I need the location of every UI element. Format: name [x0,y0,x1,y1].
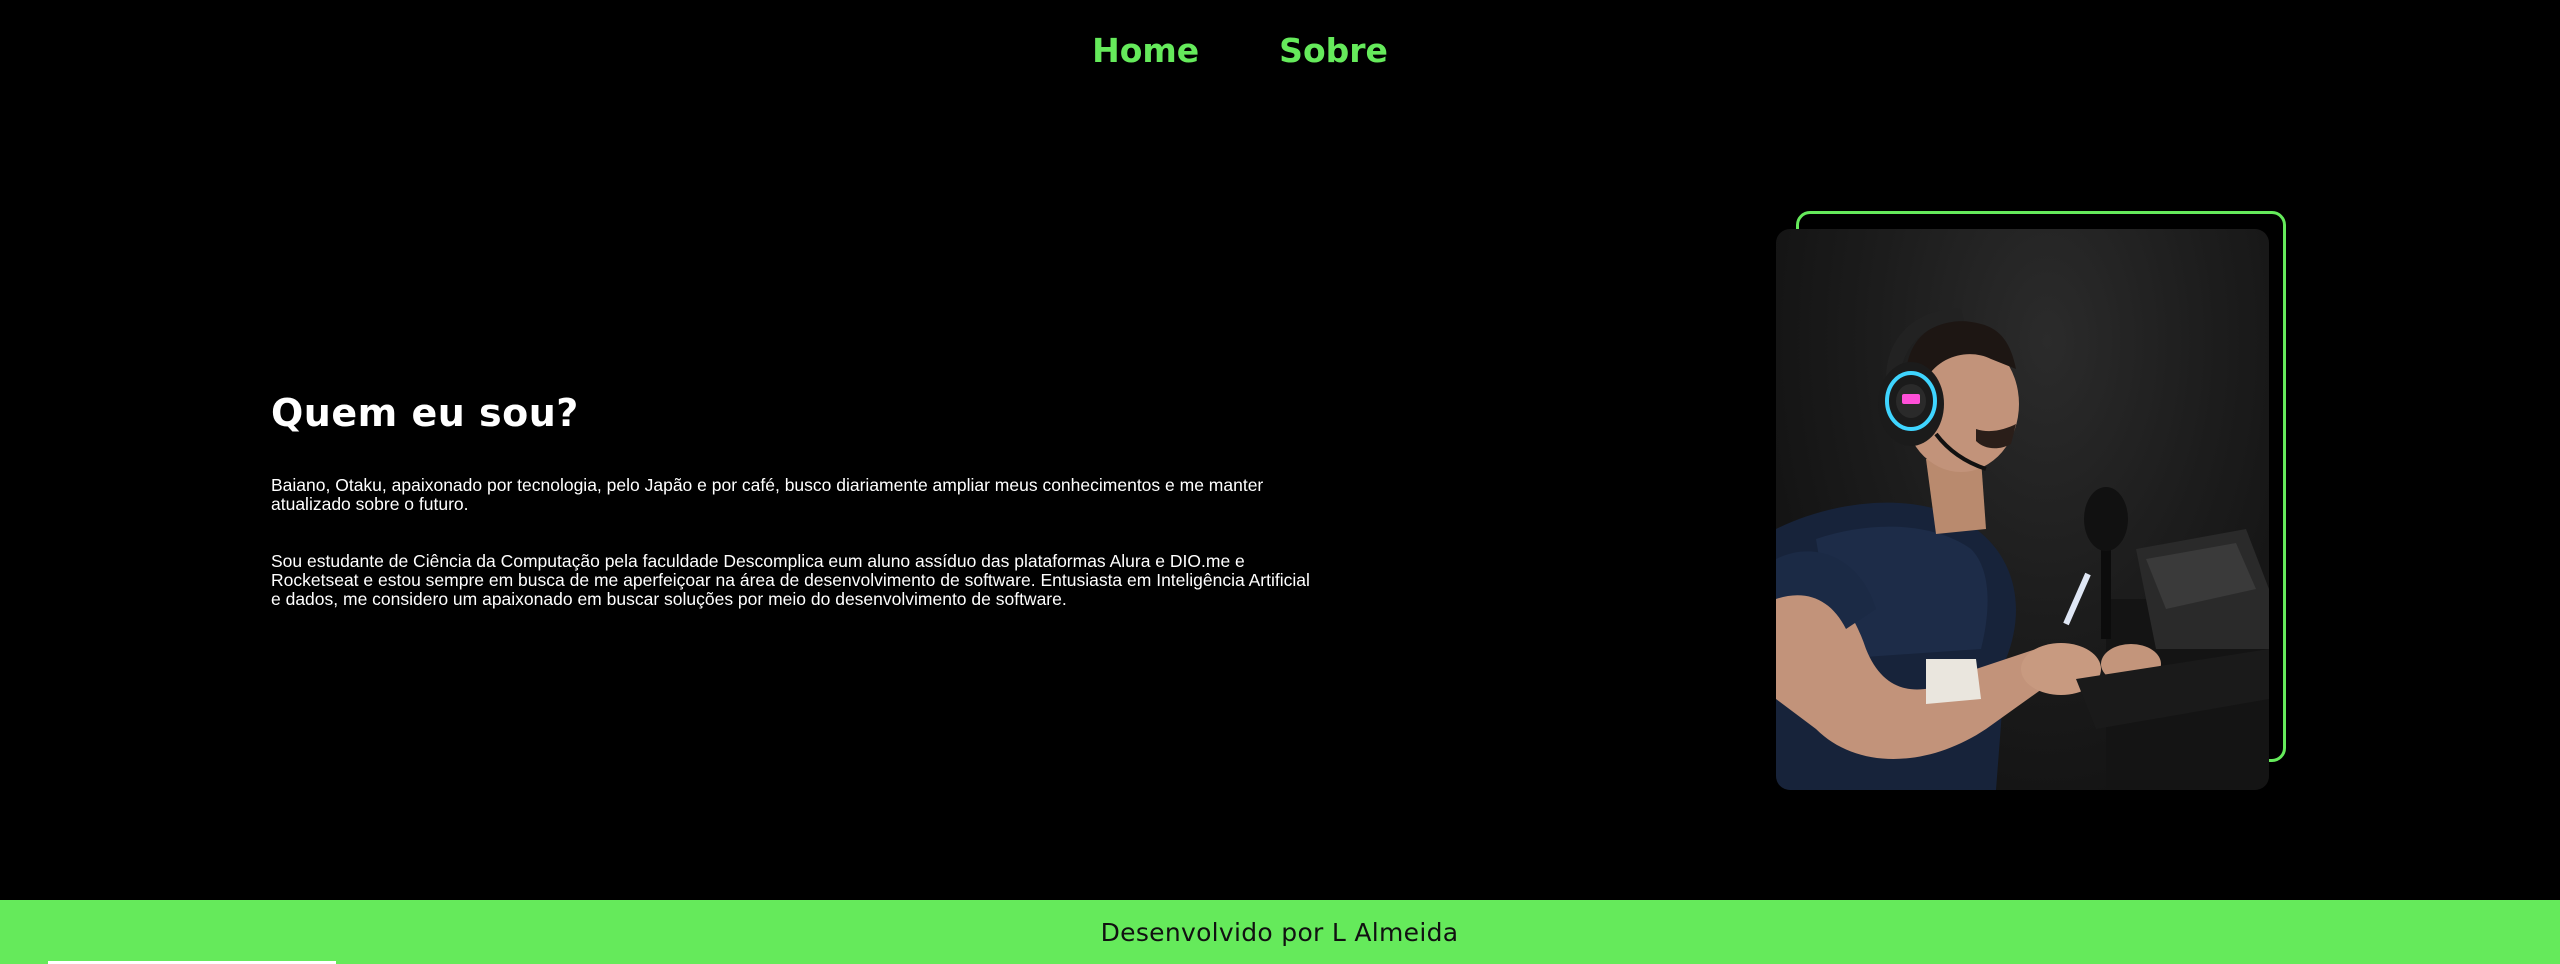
nav-link-home[interactable]: Home [1092,26,1199,76]
profile-photo-illustration [1776,308,2269,790]
about-paragraph-2: Sou estudante de Ciência da Computação p… [271,551,1310,609]
page: Home Sobre Quem eu sou? Baiano, Otaku, a… [0,0,2560,964]
about-paragraph-1: Baiano, Otaku, apaixonado por tecnologia… [271,475,1264,514]
footer: Desenvolvido por L Almeida [0,900,2560,964]
top-nav: Home Sobre [0,26,2560,76]
nav-link-sobre[interactable]: Sobre [1279,26,1388,76]
about-title: Quem eu sou? [271,391,579,435]
footer-credit: Desenvolvido por L Almeida [1100,917,1459,947]
profile-photo [1776,229,2269,790]
about-section: Quem eu sou? Baiano, Otaku, apaixonado p… [271,388,1311,647]
